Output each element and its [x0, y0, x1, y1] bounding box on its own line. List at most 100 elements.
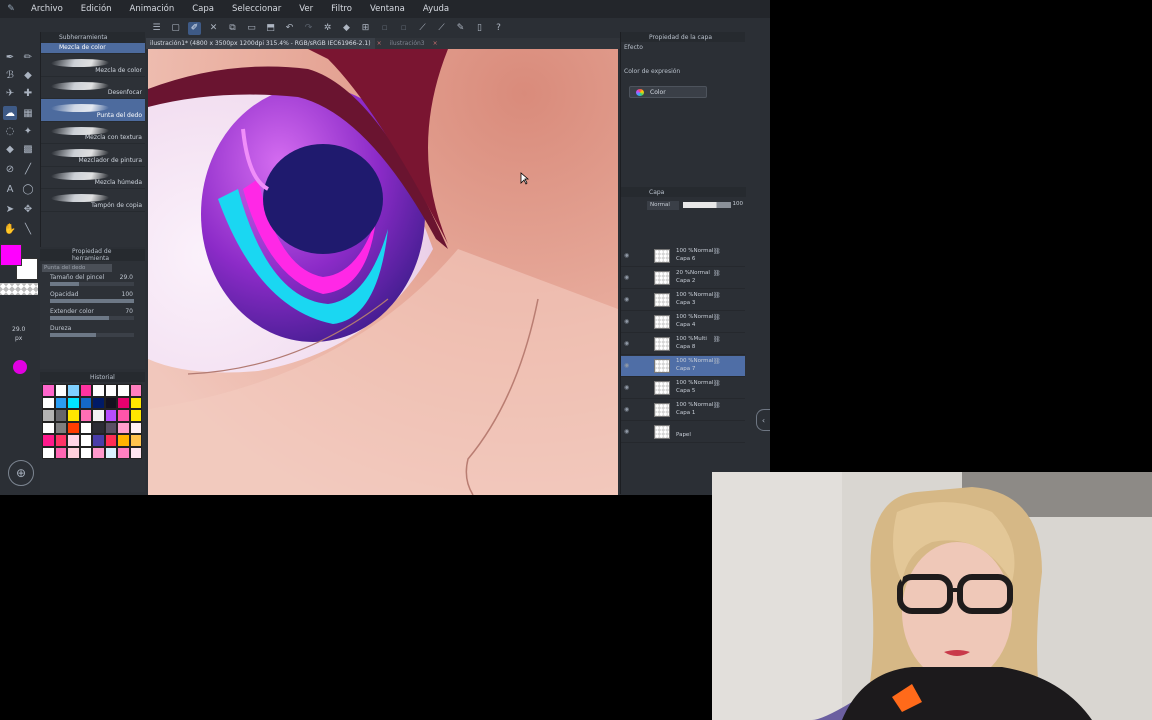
brush-item[interactable]: Mezcla de color: [41, 54, 145, 77]
layer-link-icon[interactable]: ⛓: [713, 248, 721, 255]
visibility-eye-icon[interactable]: ◉: [624, 274, 629, 281]
layer-row[interactable]: ◉ 100 %Normal Capa 3 ⛓: [621, 290, 745, 311]
color-swatch[interactable]: [79, 434, 92, 447]
color-swatch[interactable]: [67, 396, 80, 409]
property-slider[interactable]: [50, 316, 134, 320]
eyedropper-icon[interactable]: ⊘: [3, 162, 17, 176]
brush-item[interactable]: Mezcla húmeda: [41, 167, 145, 189]
visibility-eye-icon[interactable]: ◉: [624, 362, 629, 369]
copy-icon[interactable]: ⧉: [226, 22, 239, 35]
menu-ventana[interactable]: Ventana: [361, 4, 414, 14]
layer-link-icon[interactable]: ⛓: [713, 314, 721, 321]
pen-pressure-icon[interactable]: ✐: [188, 21, 201, 35]
color-swatch[interactable]: [54, 409, 67, 422]
hamburger-menu-icon[interactable]: ☰: [150, 22, 163, 35]
expression-color-select[interactable]: Color: [629, 86, 707, 98]
gradient-icon[interactable]: ▩: [21, 142, 35, 156]
menu-seleccionar[interactable]: Seleccionar: [223, 4, 290, 14]
selection-icon[interactable]: ▫: [378, 22, 391, 35]
blend-icon[interactable]: ☁: [3, 106, 17, 120]
color-swatch[interactable]: [104, 409, 117, 422]
visibility-eye-icon[interactable]: ◉: [624, 340, 629, 347]
app-logo-icon[interactable]: ✎: [0, 0, 22, 18]
color-swatch[interactable]: [42, 434, 55, 447]
color-swatch[interactable]: [104, 446, 117, 459]
brush-item[interactable]: Desenfocar: [41, 77, 145, 99]
open-folder-icon[interactable]: ▭: [245, 22, 258, 35]
layer-row[interactable]: ◉ 100 %Normal Capa 6 ⛓: [621, 246, 745, 267]
layer-link-icon[interactable]: ⛓: [713, 336, 721, 343]
menu-archivo[interactable]: Archivo: [22, 4, 72, 14]
color-swatch[interactable]: [129, 446, 142, 459]
property-slider[interactable]: [50, 299, 134, 303]
move-icon[interactable]: ✥: [21, 202, 35, 216]
blend-mode-select[interactable]: Normal: [647, 201, 679, 210]
new-file-icon[interactable]: ▢: [169, 22, 182, 35]
lasso-icon[interactable]: ◌: [3, 124, 17, 138]
color-swatch[interactable]: [79, 384, 92, 397]
delete-icon[interactable]: ✕: [207, 22, 220, 35]
pen-icon[interactable]: ✒: [3, 50, 17, 64]
color-swatch[interactable]: [42, 421, 55, 434]
layer-row[interactable]: ◉ 100 %Normal Capa 7 ⛓: [621, 356, 745, 377]
text-icon[interactable]: A: [3, 182, 17, 196]
menu-edicion[interactable]: Edición: [72, 4, 121, 14]
color-swatch[interactable]: [104, 384, 117, 397]
mesh-icon[interactable]: ▦: [21, 106, 35, 120]
snap-icon[interactable]: ⟋: [435, 22, 448, 35]
fill-bucket-icon[interactable]: ◆: [340, 22, 353, 35]
pencil-icon[interactable]: ✏: [21, 50, 35, 64]
color-swatch[interactable]: [129, 434, 142, 447]
color-swatch[interactable]: [42, 409, 55, 422]
color-swatch[interactable]: [54, 434, 67, 447]
color-swatch[interactable]: [129, 384, 142, 397]
fill-icon[interactable]: ◆: [3, 142, 17, 156]
layer-opacity-slider[interactable]: [683, 202, 731, 208]
tab-ilustracion1[interactable]: ilustración1* (4800 x 3500px 1200dpi 315…: [146, 38, 375, 49]
auto-select-icon[interactable]: ✦: [21, 124, 35, 138]
color-swatch[interactable]: [104, 396, 117, 409]
color-swatch[interactable]: [54, 446, 67, 459]
close-tab-icon[interactable]: ×: [431, 40, 440, 47]
color-swatch[interactable]: [67, 384, 80, 397]
operation-icon[interactable]: ➤: [3, 202, 17, 216]
color-swatch[interactable]: [67, 409, 80, 422]
ruler-icon[interactable]: ⟋: [416, 22, 429, 35]
color-swatch[interactable]: [92, 421, 105, 434]
color-swatch[interactable]: [92, 396, 105, 409]
brush-tool-icon[interactable]: ✎: [454, 22, 467, 35]
color-swatch[interactable]: [117, 384, 130, 397]
layer-row[interactable]: ◉ 20 %Normal Capa 2 ⛓: [621, 268, 745, 289]
property-row[interactable]: Extender color 70: [40, 306, 145, 323]
layer-link-icon[interactable]: ⛓: [713, 402, 721, 409]
color-swatch[interactable]: [117, 446, 130, 459]
visibility-eye-icon[interactable]: ◉: [624, 296, 629, 303]
color-swatch[interactable]: [67, 446, 80, 459]
drawing-canvas[interactable]: [148, 49, 618, 495]
save-icon[interactable]: ⬒: [264, 22, 277, 35]
layer-row[interactable]: ◉ 100 %Normal Capa 4 ⛓: [621, 312, 745, 333]
color-swatch[interactable]: [54, 384, 67, 397]
visibility-eye-icon[interactable]: ◉: [624, 428, 629, 435]
property-slider[interactable]: [50, 282, 134, 286]
menu-capa[interactable]: Capa: [183, 4, 223, 14]
visibility-eye-icon[interactable]: ◉: [624, 252, 629, 259]
tablet-icon[interactable]: ▯: [473, 22, 486, 35]
brush-item[interactable]: Mezcla con textura: [41, 122, 145, 144]
color-swatch[interactable]: [42, 384, 55, 397]
color-swatch[interactable]: [129, 396, 142, 409]
color-swatch[interactable]: [42, 396, 55, 409]
color-swatch[interactable]: [117, 409, 130, 422]
color-swatch[interactable]: [117, 434, 130, 447]
color-swatch[interactable]: [54, 421, 67, 434]
layer-link-icon[interactable]: ⛓: [713, 358, 721, 365]
balloon-icon[interactable]: ◯: [21, 182, 35, 196]
menu-ver[interactable]: Ver: [290, 4, 322, 14]
line-icon[interactable]: ╱: [21, 162, 35, 176]
brush-item[interactable]: Tampón de copia: [41, 189, 145, 212]
redo-icon[interactable]: ↷: [302, 22, 315, 35]
ruler-icon[interactable]: ╲: [21, 222, 35, 236]
airbrush-icon[interactable]: ✈: [3, 86, 17, 100]
visibility-eye-icon[interactable]: ◉: [624, 318, 629, 325]
property-row[interactable]: Tamaño del pincel 29.0: [40, 272, 145, 289]
